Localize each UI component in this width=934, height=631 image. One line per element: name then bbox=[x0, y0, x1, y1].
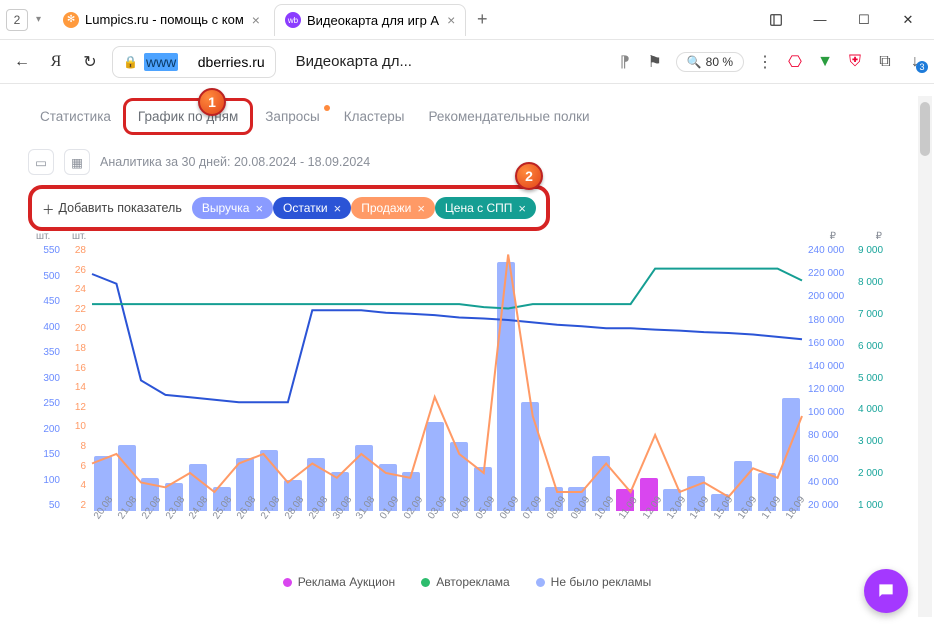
y-axis-right-1: 240 000220 000200 000180 000160 000140 0… bbox=[808, 245, 854, 511]
chart: шт. шт. ₽ ₽ 5505004504003503002502001501… bbox=[28, 245, 906, 545]
x-axis: 20.0821.0822.0823.0824.0825.0826.0827.08… bbox=[92, 515, 802, 545]
adblock-icon[interactable]: ⎔ bbox=[786, 53, 804, 71]
browser-tab-1[interactable]: wb Видеокарта для игр A × bbox=[274, 4, 466, 36]
yandex-icon[interactable]: Я bbox=[44, 50, 68, 74]
close-tab-icon[interactable]: × bbox=[252, 12, 260, 28]
y4-unit: ₽ bbox=[876, 231, 882, 242]
menu-dots-icon[interactable]: ⋮ bbox=[756, 53, 774, 71]
y-axis-left-2: 282624222018161412108642 bbox=[64, 245, 86, 511]
plot-area bbox=[92, 245, 802, 511]
section-tabs: СтатистикаГрафик по днямЗапросыКластерыР… bbox=[28, 98, 906, 135]
layout-toggle-button[interactable]: ▭ bbox=[28, 149, 54, 175]
y2-unit: шт. bbox=[72, 231, 86, 242]
section-tab-3[interactable]: Кластеры bbox=[332, 101, 417, 132]
chart-legend: Реклама Аукцион Автореклама Не было реклам… bbox=[28, 575, 906, 589]
url-box[interactable]: 🔒 www dberries.ru bbox=[112, 46, 276, 78]
lock-icon: 🔒 bbox=[123, 55, 138, 69]
favicon: wb bbox=[285, 12, 301, 28]
nav-back[interactable]: ← bbox=[10, 50, 34, 74]
metric-chip-3[interactable]: Цена с СПП× bbox=[435, 197, 536, 219]
vertical-scrollbar[interactable] bbox=[918, 96, 932, 617]
close-tab-icon[interactable]: × bbox=[447, 12, 455, 28]
remove-chip-icon[interactable]: × bbox=[417, 201, 425, 216]
legend-item: Реклама Аукцион bbox=[283, 575, 395, 589]
new-tab-button[interactable]: + bbox=[470, 8, 494, 32]
add-metric-button[interactable]: ＋ Добавить показатель bbox=[42, 199, 182, 218]
y3-unit: ₽ bbox=[830, 231, 836, 242]
analytics-toolbar: ▭ ▦ Аналитика за 30 дней: 20.08.2024 - 1… bbox=[28, 149, 906, 175]
y-axis-right-2: 9 0008 0007 0006 0005 0004 0003 0002 000… bbox=[858, 245, 898, 511]
translate-icon[interactable]: ⁋ bbox=[616, 53, 634, 71]
remove-chip-icon[interactable]: × bbox=[255, 201, 263, 216]
chat-fab[interactable] bbox=[864, 569, 908, 613]
browser-titlebar: 2 ▾ ✻ Lumpics.ru - помощь с ком × wb Вид… bbox=[0, 0, 934, 40]
nav-reload[interactable]: ↻ bbox=[78, 50, 102, 74]
calendar-button[interactable]: ▦ bbox=[64, 149, 90, 175]
page-content: 1 2 СтатистикаГрафик по днямЗапросыКласт… bbox=[0, 84, 934, 631]
bookmark-icon[interactable] bbox=[756, 4, 796, 36]
metric-chip-0[interactable]: Выручка× bbox=[192, 197, 273, 219]
legend-item: Автореклама bbox=[421, 575, 509, 589]
url-highlight: www bbox=[144, 53, 178, 71]
shield-green-icon[interactable]: ▼ bbox=[816, 53, 834, 71]
y-axis-left-1: 55050045040035030025020015010050 bbox=[28, 245, 60, 511]
favicon: ✻ bbox=[63, 12, 79, 28]
metric-chip-2[interactable]: Продажи× bbox=[351, 197, 435, 219]
browser-addressbar: ← Я ↻ 🔒 www dberries.ru Видеокарта дл...… bbox=[0, 40, 934, 84]
section-tab-2[interactable]: Запросы bbox=[253, 101, 331, 132]
y1-unit: шт. bbox=[36, 231, 50, 242]
tab-dropdown-icon[interactable]: ▾ bbox=[36, 14, 41, 25]
legend-item: Не было рекламы bbox=[536, 575, 652, 589]
annotation-1: 1 bbox=[198, 88, 226, 116]
tab-title: Видеокарта для игр A bbox=[307, 13, 439, 28]
line-Остатки bbox=[92, 274, 802, 402]
browser-tab-0[interactable]: ✻ Lumpics.ru - помощь с ком × bbox=[53, 4, 270, 36]
downloads-icon[interactable]: ↓ bbox=[906, 53, 924, 71]
tab-title: Lumpics.ru - помощь с ком bbox=[85, 12, 244, 27]
bookmark-flag-icon[interactable]: ⚑ bbox=[646, 53, 664, 71]
section-tab-4[interactable]: Рекомендательные полки bbox=[416, 101, 601, 132]
line-Цена с СПП bbox=[92, 269, 802, 309]
analytics-range-label: Аналитика за 30 дней: 20.08.2024 - 18.09… bbox=[100, 155, 370, 169]
remove-chip-icon[interactable]: × bbox=[518, 201, 526, 216]
annotation-2: 2 bbox=[515, 162, 543, 190]
zoom-indicator[interactable]: 🔍 80 % bbox=[676, 52, 744, 72]
remove-chip-icon[interactable]: × bbox=[334, 201, 342, 216]
window-maximize[interactable]: ☐ bbox=[844, 4, 884, 36]
url-suffix: dberries.ru bbox=[198, 54, 265, 70]
metric-chip-1[interactable]: Остатки× bbox=[273, 197, 351, 219]
metrics-selector: ＋ Добавить показатель Выручка×Остатки×Пр… bbox=[28, 185, 550, 231]
section-tab-1[interactable]: График по дням bbox=[123, 98, 253, 135]
tab-count-badge[interactable]: 2 bbox=[6, 9, 28, 31]
line-Продажи bbox=[92, 255, 802, 497]
window-close[interactable]: ✕ bbox=[888, 4, 928, 36]
page-title: Видеокарта дл... bbox=[296, 53, 412, 70]
shield-red-icon[interactable]: ⛨ bbox=[846, 53, 864, 71]
window-minimize[interactable]: ― bbox=[800, 4, 840, 36]
extensions-icon[interactable]: ⧉ bbox=[876, 53, 894, 71]
section-tab-0[interactable]: Статистика bbox=[28, 101, 123, 132]
